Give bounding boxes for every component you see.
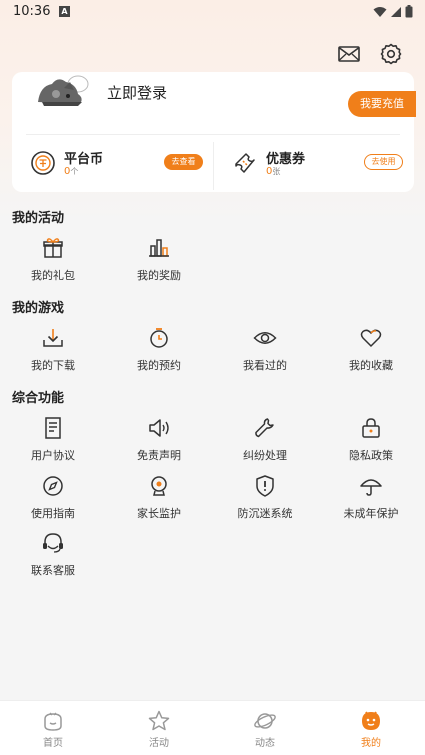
grid-item-anti-addiction[interactable]: 防沉迷系统 [212, 474, 318, 524]
view-coin-button[interactable]: 去查看 [164, 154, 203, 170]
login-link[interactable]: 立即登录 [107, 82, 167, 103]
planet-icon [254, 713, 276, 729]
grid-item-parental-control[interactable]: 家长监护 [106, 474, 212, 524]
nav-item-activities[interactable]: 活动 [106, 709, 212, 749]
grid-label: 未成年保护 [343, 507, 399, 520]
grid-item-disclaimer[interactable]: 免责声明 [106, 416, 212, 466]
headset-icon [43, 533, 63, 553]
settings-button[interactable] [379, 42, 403, 66]
grid-item-dispute[interactable]: 纠纷处理 [212, 416, 318, 466]
grid-label: 我的礼包 [31, 269, 75, 282]
coupon-count: 0张 [266, 166, 281, 177]
nav-item-feed[interactable]: 动态 [212, 709, 318, 749]
battery-icon [405, 5, 413, 18]
umbrella-icon [360, 479, 382, 496]
grid-label: 我看过的 [243, 359, 287, 372]
grid-item-rewards[interactable]: 我的奖励 [106, 236, 212, 286]
speaker-icon [149, 419, 169, 437]
grid-label: 我的下载 [31, 359, 75, 372]
avatar[interactable] [34, 72, 98, 112]
platform-coin-block[interactable]: 平台币 0个 去查看 [22, 146, 212, 186]
grid-item-gifts[interactable]: 我的礼包 [0, 236, 106, 286]
grid-item-privacy[interactable]: 隐私政策 [318, 416, 424, 466]
eye-icon [253, 332, 277, 344]
nav-label: 我的 [361, 738, 381, 749]
nav-item-home[interactable]: 首页 [0, 709, 106, 749]
notification-badge: A [59, 6, 70, 17]
star-icon [148, 710, 170, 731]
lock-icon [362, 418, 380, 438]
section-title-general: 综合功能 [12, 391, 65, 406]
status-time: 10:36 [13, 4, 51, 19]
grid-label: 家长监护 [137, 507, 181, 520]
status-bar: 10:36 A [0, 0, 425, 24]
grid-item-minor-protection[interactable]: 未成年保护 [318, 474, 424, 524]
default-avatar-icon [38, 75, 89, 106]
grid-label: 我的收藏 [349, 359, 393, 372]
gift-icon [43, 238, 63, 258]
section-title-activities: 我的活动 [12, 211, 65, 226]
platform-coin-count: 0个 [64, 166, 79, 177]
award-bars-icon [149, 239, 169, 257]
grid-item-guide[interactable]: 使用指南 [0, 474, 106, 524]
compass-icon [43, 476, 63, 496]
card-divider-vertical [213, 142, 214, 190]
platform-coin-title: 平台币 [64, 152, 104, 167]
grid-item-favorites[interactable]: 我的收藏 [318, 326, 424, 376]
heart-icon [360, 329, 382, 348]
webcam-icon [151, 476, 167, 496]
profile-card: 立即登录 我要充值 平台币 0个 去查看 优惠券 0张 去使用 [12, 72, 416, 192]
grid-item-history[interactable]: 我看过的 [212, 326, 318, 376]
mail-button[interactable] [337, 42, 361, 66]
grid-item-user-agreement[interactable]: 用户协议 [0, 416, 106, 466]
alarm-clock-icon [150, 328, 168, 348]
signal-icon [391, 6, 401, 17]
coupon-title: 优惠券 [266, 152, 306, 167]
grid-item-customer-service[interactable]: 联系客服 [0, 531, 106, 581]
recharge-button[interactable]: 我要充值 [348, 91, 416, 117]
grid-label: 隐私政策 [349, 449, 393, 462]
grid-label: 联系客服 [31, 564, 75, 577]
bottom-nav: 首页 活动 动态 我的 [0, 700, 425, 755]
grid-label: 我的预约 [137, 359, 181, 372]
mail-icon [338, 46, 360, 62]
grid-label: 用户协议 [31, 449, 75, 462]
wrench-icon [255, 418, 274, 438]
grid-label: 防沉迷系统 [237, 507, 293, 520]
grid-item-downloads[interactable]: 我的下载 [0, 326, 106, 376]
grid-item-reservations[interactable]: 我的预约 [106, 326, 212, 376]
grid-label: 纠纷处理 [243, 449, 287, 462]
nav-label: 首页 [43, 738, 63, 749]
coupon-icon [235, 153, 255, 173]
document-icon [45, 417, 61, 439]
nav-item-mine[interactable]: 我的 [318, 709, 424, 749]
grid-label: 我的奖励 [137, 269, 181, 282]
coin-icon [31, 151, 55, 175]
download-icon [43, 329, 63, 347]
nav-label: 活动 [149, 738, 169, 749]
mine-face-icon [362, 711, 380, 730]
card-divider [26, 134, 400, 135]
status-icons [373, 5, 413, 18]
coupon-block[interactable]: 优惠券 0张 去使用 [224, 146, 414, 186]
settings-icon [380, 43, 402, 65]
home-icon [44, 712, 62, 731]
shield-alert-icon [256, 475, 274, 497]
section-title-games: 我的游戏 [12, 301, 65, 316]
nav-label: 动态 [255, 738, 275, 749]
grid-label: 免责声明 [137, 449, 181, 462]
use-coupon-button[interactable]: 去使用 [364, 154, 403, 170]
wifi-icon [373, 6, 387, 17]
grid-label: 使用指南 [31, 507, 75, 520]
